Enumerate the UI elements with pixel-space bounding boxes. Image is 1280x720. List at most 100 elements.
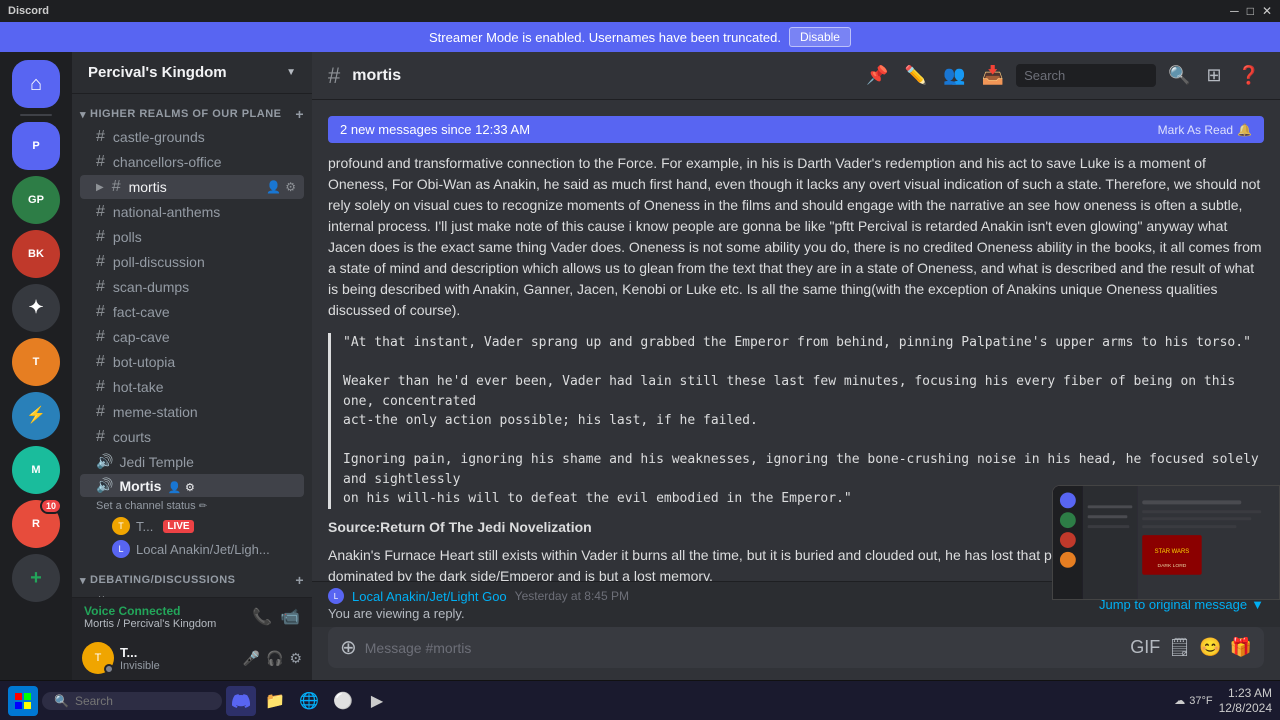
help-icon[interactable]: ❓ bbox=[1234, 63, 1264, 88]
apps-icon[interactable]: ⊞ bbox=[1202, 63, 1225, 88]
new-messages-bar[interactable]: 2 new messages since 12:33 AM Mark As Re… bbox=[328, 116, 1264, 143]
gif-button[interactable]: GIF bbox=[1130, 637, 1160, 658]
taskbar-file-explorer[interactable]: 📁 bbox=[260, 686, 290, 716]
server-icon-2[interactable]: ⚡ bbox=[12, 392, 60, 440]
voice-jedi-temple[interactable]: 🔊 Jedi Temple bbox=[80, 450, 304, 473]
taskbar-chrome[interactable]: ⚪ bbox=[328, 686, 358, 716]
channel-name-label: national-anthems bbox=[113, 204, 220, 220]
voice-mortis[interactable]: 🔊 Mortis 👤 ⚙ bbox=[80, 474, 304, 497]
inbox-icon[interactable]: 📥 bbox=[978, 63, 1008, 88]
reply-viewing-label: You are viewing a reply. bbox=[328, 606, 629, 621]
channel-mortis[interactable]: ▶ # mortis 👤 ⚙ bbox=[80, 175, 304, 199]
server-icon-4[interactable]: R 10 bbox=[12, 500, 60, 548]
maximize-button[interactable]: □ bbox=[1247, 4, 1254, 18]
voice-mortis-icons: 👤 ⚙ bbox=[167, 478, 194, 494]
voice-control-buttons: 📞 📹 bbox=[252, 607, 300, 627]
channel-scan-dumps[interactable]: # scan-dumps bbox=[80, 275, 304, 299]
start-button[interactable] bbox=[8, 686, 38, 716]
message-text-1: profound and transformative connection t… bbox=[328, 153, 1264, 321]
header-actions: 📌 ✏️ 👥 📥 🔍 ⊞ ❓ bbox=[862, 63, 1264, 88]
mark-as-read-button[interactable]: Mark As Read 🔔 bbox=[1158, 123, 1252, 137]
channel-meme-station[interactable]: # meme-station bbox=[80, 400, 304, 424]
gear-icon[interactable]: ⚙ bbox=[285, 180, 296, 194]
channel-cap-cave[interactable]: # cap-cave bbox=[80, 325, 304, 349]
user-avatar: T bbox=[82, 642, 114, 674]
mic-button[interactable]: 🎤 bbox=[243, 650, 260, 667]
headphone-button[interactable]: 🎧 bbox=[266, 650, 283, 667]
add-server-button[interactable]: + bbox=[12, 554, 60, 602]
sticker-button[interactable]: 🗒 bbox=[1168, 637, 1191, 658]
clock-date: 12/8/2024 bbox=[1219, 701, 1272, 715]
voice-user-local[interactable]: L Local Anakin/Jet/Ligh... bbox=[80, 538, 304, 560]
source-text-1: Source:Return Of The Jedi Novelization bbox=[328, 519, 592, 535]
category-label-2: DEBATING/DISCUSSIONS bbox=[90, 574, 235, 586]
server-icon-s[interactable]: ✦ bbox=[12, 284, 60, 332]
server-icon-bk[interactable]: BK bbox=[12, 230, 60, 278]
window-controls[interactable]: ─ □ ✕ bbox=[1230, 4, 1272, 18]
taskbar-edge[interactable]: 🌐 bbox=[294, 686, 324, 716]
message-input-area: ⊕ GIF 🗒 😊 🎁 bbox=[312, 627, 1280, 680]
channel-national-anthems[interactable]: # national-anthems bbox=[80, 200, 304, 224]
server-icon-home[interactable]: ⌂ bbox=[12, 60, 60, 108]
taskbar-search-input[interactable] bbox=[75, 694, 175, 708]
user-control-buttons: 🎤 🎧 ⚙ bbox=[243, 650, 302, 667]
channel-chancellors-office[interactable]: # chancellors-office bbox=[80, 150, 304, 174]
add-channel-icon-2[interactable]: + bbox=[295, 572, 304, 588]
server-icon-t[interactable]: T bbox=[12, 338, 60, 386]
new-messages-label: 2 new messages since 12:33 AM bbox=[340, 122, 530, 137]
search-icon[interactable]: 🔍 bbox=[1164, 63, 1194, 88]
disable-streamer-button[interactable]: Disable bbox=[789, 27, 851, 47]
taskbar-discord-icon[interactable] bbox=[226, 686, 256, 716]
voice-channel-label: Mortis bbox=[119, 478, 161, 494]
channel-fact-cave[interactable]: # fact-cave bbox=[80, 300, 304, 324]
channel-poll-discussion[interactable]: # poll-discussion bbox=[80, 250, 304, 274]
channel-hot-take[interactable]: # hot-take bbox=[80, 375, 304, 399]
category-collapse-icon: ▾ bbox=[80, 108, 86, 121]
server-icon-percival[interactable]: P bbox=[12, 122, 60, 170]
bell-icon: 🔔 bbox=[1237, 123, 1252, 137]
app-body: ⌂ P GP BK ✦ T ⚡ M R 10 + bbox=[0, 52, 1280, 680]
server-icon-gp[interactable]: GP bbox=[12, 176, 60, 224]
settings-button[interactable]: ⚙ bbox=[289, 650, 302, 667]
add-channel-icon[interactable]: + bbox=[295, 106, 304, 122]
voice-status-label: Voice Connected bbox=[84, 604, 216, 618]
reply-username: Local Anakin/Jet/Light Goo bbox=[352, 589, 507, 604]
channel-bot-utopia[interactable]: # bot-utopia bbox=[80, 350, 304, 374]
taskbar-youtube[interactable]: ▶ bbox=[362, 686, 392, 716]
user-area: T T... Invisible 🎤 🎧 ⚙ bbox=[72, 636, 312, 680]
edit-icon[interactable]: ✏️ bbox=[901, 63, 931, 88]
channel-castle-grounds[interactable]: # castle-grounds bbox=[80, 125, 304, 149]
voice-user-name: T... bbox=[136, 519, 153, 534]
pin-icon[interactable]: 📌 bbox=[862, 63, 892, 88]
members-icon[interactable]: 👥 bbox=[939, 63, 969, 88]
server-icon-3[interactable]: M bbox=[12, 446, 60, 494]
status-dot bbox=[104, 664, 114, 674]
emoji-button[interactable]: 😊 bbox=[1199, 637, 1221, 658]
category-higher-realms[interactable]: ▾ HIGHER REALMS OF OUR PLANE + bbox=[72, 102, 312, 124]
video-icon[interactable]: 📹 bbox=[280, 607, 300, 627]
channel-name-label: mortis bbox=[129, 179, 167, 195]
minimize-button[interactable]: ─ bbox=[1230, 4, 1239, 18]
voice-settings-icon[interactable]: ⚙ bbox=[185, 482, 195, 494]
add-attachment-button[interactable]: ⊕ bbox=[340, 635, 357, 660]
server-name-header[interactable]: Percival's Kingdom ▼ bbox=[72, 52, 312, 94]
voice-connected-bar: Voice Connected Mortis / Percival's King… bbox=[72, 597, 312, 636]
search-input[interactable] bbox=[1016, 64, 1156, 87]
channel-polls[interactable]: # polls bbox=[80, 225, 304, 249]
close-button[interactable]: ✕ bbox=[1262, 4, 1272, 18]
hash-icon: # bbox=[96, 153, 105, 171]
message-input[interactable] bbox=[365, 640, 1123, 656]
channel-settings-icons: 👤 ⚙ bbox=[266, 180, 296, 194]
reply-context: L Local Anakin/Jet/Light Goo Yesterday a… bbox=[328, 588, 629, 621]
app-title: Discord bbox=[8, 5, 49, 17]
gift-button[interactable]: 🎁 bbox=[1230, 637, 1252, 658]
user-add-icon[interactable]: 👤 bbox=[266, 180, 281, 194]
phone-icon[interactable]: 📞 bbox=[252, 607, 272, 627]
hash-icon: # bbox=[96, 203, 105, 221]
taskbar-search-bar[interactable]: 🔍 bbox=[42, 692, 222, 710]
category-debating[interactable]: ▾ DEBATING/DISCUSSIONS + bbox=[72, 568, 312, 590]
voice-user-t-live[interactable]: T T... LIVE bbox=[80, 515, 304, 537]
category-collapse-icon: ▾ bbox=[80, 574, 86, 587]
reply-user-row: L Local Anakin/Jet/Light Goo Yesterday a… bbox=[328, 588, 629, 604]
channel-courts[interactable]: # courts bbox=[80, 425, 304, 449]
